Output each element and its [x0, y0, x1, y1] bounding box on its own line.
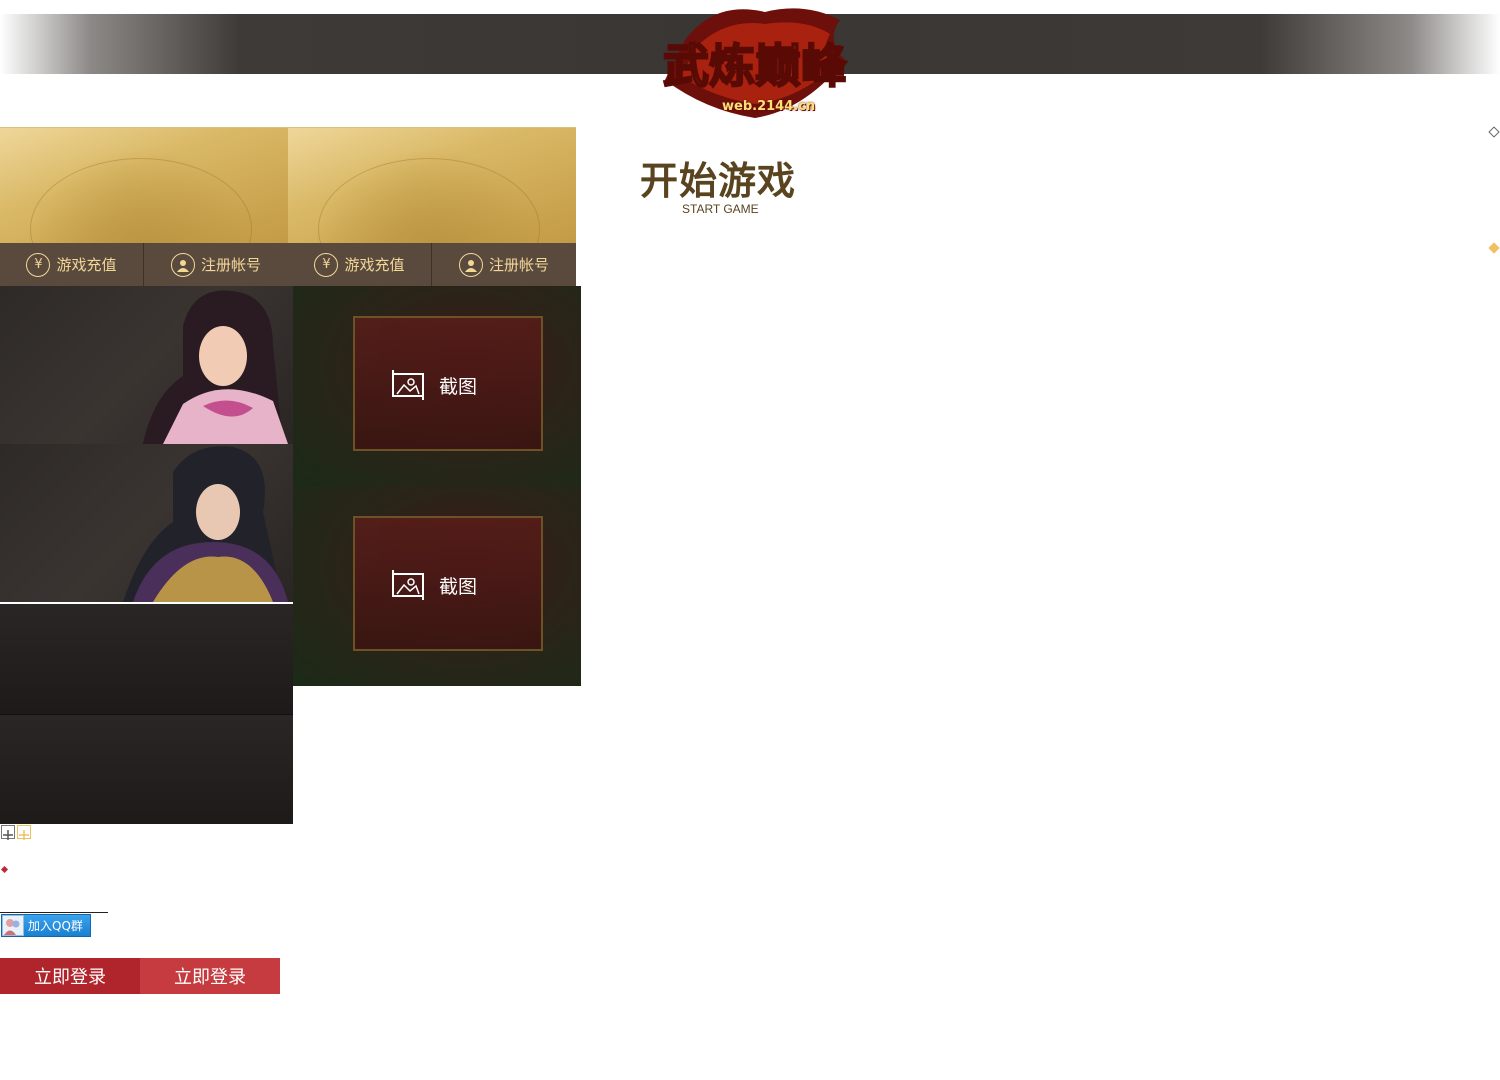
female-character-art [143, 290, 288, 444]
red-dot-icon [0, 865, 9, 874]
login-button-hover[interactable]: 立即登录 [140, 958, 280, 994]
empty-card-1 [0, 604, 293, 714]
qq-group-icon [2, 915, 24, 936]
male-character-art [123, 446, 288, 602]
user-icon [170, 252, 195, 277]
character-card-female[interactable] [0, 286, 293, 444]
qq-group-label: 加入QQ群 [28, 919, 83, 933]
register-button-2[interactable]: 注册帐号 [432, 243, 576, 286]
register-label: 注册帐号 [200, 256, 261, 274]
screenshot-thumb-1[interactable]: 截图 [293, 286, 581, 486]
empty-card-2 [0, 714, 293, 824]
recharge-label: 游戏充值 [344, 256, 405, 274]
screenshot-thumb-2[interactable]: 截图 [293, 486, 581, 686]
yen-icon: ¥ [26, 252, 51, 277]
yen-icon: ¥ [314, 252, 339, 277]
image-icon [392, 370, 424, 400]
link-bar-left: ¥ 游戏充值 注册帐号 [0, 243, 288, 286]
register-label: 注册帐号 [488, 256, 549, 274]
image-icon [392, 570, 424, 600]
recharge-button[interactable]: ¥ 游戏充值 [0, 243, 144, 286]
recharge-label: 游戏充值 [56, 256, 117, 274]
expand-icon-gray[interactable] [1, 825, 15, 840]
gold-banner-left [0, 127, 288, 243]
logo-site-text: web.2144.cn [722, 99, 816, 114]
svg-text:武炼巅峰: 武炼巅峰 [663, 39, 847, 93]
user-icon [458, 252, 483, 277]
start-game-title[interactable]: 开始游戏 [640, 150, 796, 205]
gold-banner-right [288, 127, 576, 243]
login-button[interactable]: 立即登录 [0, 958, 140, 994]
recharge-button-2[interactable]: ¥ 游戏充值 [288, 243, 432, 286]
join-qq-group-button[interactable]: 加入QQ群 [1, 914, 91, 937]
link-bar-right: ¥ 游戏充值 注册帐号 [288, 243, 576, 286]
diamond-filled-icon[interactable] [1488, 242, 1500, 254]
character-card-male[interactable] [0, 444, 293, 602]
start-game-subtitle: START GAME [682, 202, 759, 216]
diamond-outline-icon[interactable] [1488, 126, 1500, 138]
divider [0, 912, 108, 913]
register-button[interactable]: 注册帐号 [144, 243, 288, 286]
expand-icon-gold[interactable] [17, 825, 31, 840]
screenshot-label: 截图 [439, 375, 478, 398]
screenshot-label: 截图 [439, 575, 478, 598]
